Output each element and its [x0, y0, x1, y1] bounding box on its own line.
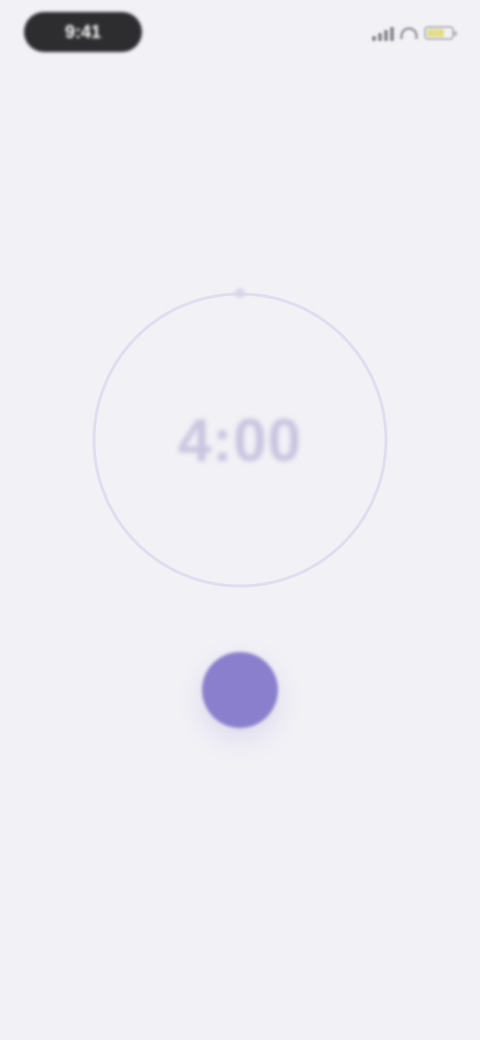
status-bar: 9:41	[0, 0, 480, 70]
battery-level	[427, 29, 444, 37]
status-icons	[372, 22, 457, 44]
battery-icon	[424, 26, 457, 40]
wifi-icon	[400, 27, 418, 39]
status-time: 9:41	[24, 12, 142, 52]
start-button[interactable]	[202, 652, 278, 728]
timer-ring: 4:00	[92, 288, 388, 588]
signal-icon	[372, 25, 394, 41]
timer-display: 4:00	[177, 406, 303, 474]
